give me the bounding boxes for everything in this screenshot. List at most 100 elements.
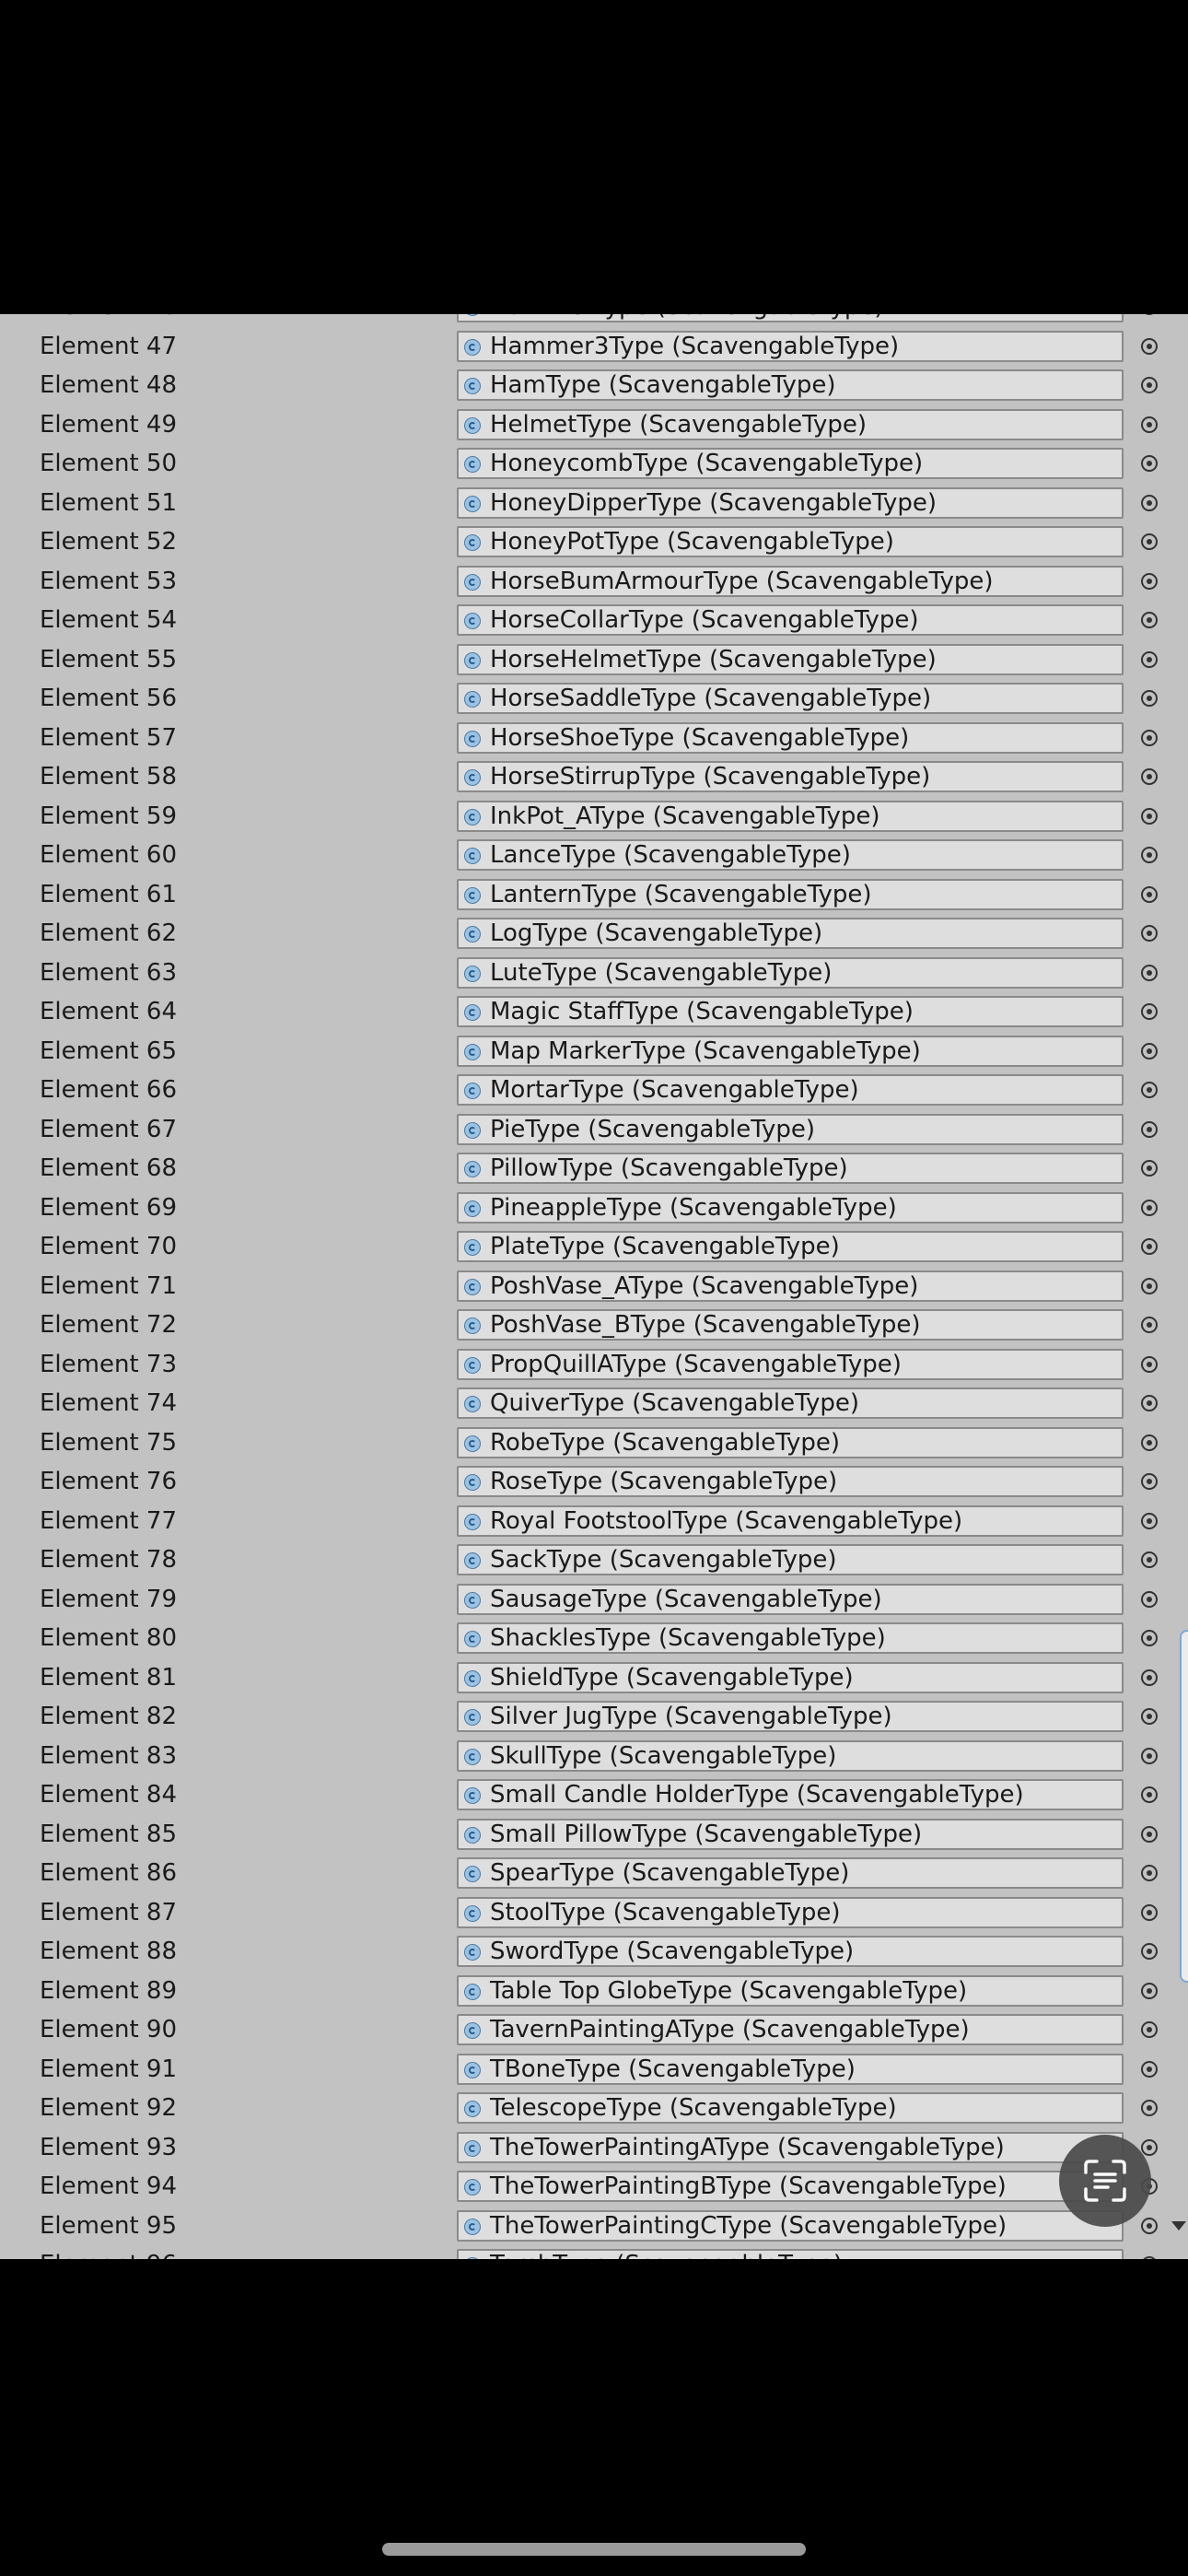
object-reference-field[interactable]: HammerType (ScavengableType) — [457, 314, 1124, 322]
object-picker-icon[interactable] — [1141, 612, 1158, 628]
object-reference-field[interactable]: PineappleType (ScavengableType) — [457, 1191, 1124, 1224]
object-picker-icon[interactable] — [1141, 847, 1158, 863]
object-reference-field[interactable]: HorseSaddleType (ScavengableType) — [457, 683, 1124, 714]
object-reference-field[interactable]: TheTowerPaintingAType (ScavengableType) — [457, 2131, 1124, 2163]
object-picker-icon[interactable] — [1141, 1395, 1158, 1411]
object-picker-icon[interactable] — [1141, 1825, 1158, 1843]
object-picker-icon[interactable] — [1141, 2021, 1158, 2038]
object-reference-field[interactable]: HoneycombType (ScavengableType) — [457, 448, 1124, 479]
object-reference-field[interactable]: TelescopeType (ScavengableType) — [457, 2092, 1124, 2124]
scroll-down-arrow-icon[interactable] — [1171, 2221, 1186, 2231]
object-reference-field[interactable]: Small PillowType (ScavengableType) — [457, 1818, 1124, 1850]
object-reference-field[interactable]: TorchType (ScavengableType) — [457, 2249, 1124, 2259]
object-picker-icon[interactable] — [1141, 1160, 1158, 1177]
home-indicator[interactable] — [382, 2543, 806, 2556]
object-picker-icon[interactable] — [1141, 1708, 1158, 1725]
object-reference-field[interactable]: Silver JugType (ScavengableType) — [457, 1701, 1124, 1732]
object-reference-field[interactable]: SausageType (ScavengableType) — [457, 1583, 1124, 1615]
object-picker-icon[interactable] — [1141, 1355, 1158, 1373]
object-picker-icon[interactable] — [1141, 2060, 1158, 2078]
object-picker-icon[interactable] — [1141, 885, 1158, 903]
object-picker-icon[interactable] — [1141, 1630, 1158, 1646]
object-picker-icon[interactable] — [1141, 768, 1158, 785]
object-reference-field[interactable]: PillowType (ScavengableType) — [457, 1153, 1124, 1184]
object-picker-icon[interactable] — [1141, 494, 1158, 511]
object-reference-field[interactable]: TBoneType (ScavengableType) — [457, 2053, 1124, 2085]
object-picker-icon[interactable] — [1141, 650, 1158, 668]
object-reference-field[interactable]: HorseCollarType (ScavengableType) — [457, 604, 1124, 636]
object-picker-icon[interactable] — [1141, 1277, 1158, 1294]
object-reference-field[interactable]: MortarType (ScavengableType) — [457, 1074, 1124, 1106]
object-reference-field[interactable]: PlateType (ScavengableType) — [457, 1231, 1124, 1262]
object-reference-field[interactable]: InkPot_AType (ScavengableType) — [457, 800, 1124, 832]
object-reference-field[interactable]: HorseShoeType (ScavengableType) — [457, 721, 1124, 754]
object-reference-field[interactable]: Small Candle HolderType (ScavengableType… — [457, 1779, 1124, 1810]
object-picker-icon[interactable] — [1141, 2138, 1158, 2156]
object-picker-icon[interactable] — [1141, 1238, 1158, 1255]
object-picker-icon[interactable] — [1141, 2256, 1158, 2259]
object-reference-field[interactable]: RoseType (ScavengableType) — [457, 1466, 1124, 1497]
object-picker-icon[interactable] — [1141, 1669, 1158, 1686]
object-picker-icon[interactable] — [1141, 690, 1158, 707]
object-reference-field[interactable]: QuiverType (ScavengableType) — [457, 1388, 1124, 1419]
scrollbar-thumb[interactable] — [1180, 1630, 1188, 1983]
object-reference-field[interactable]: HoneyDipperType (ScavengableType) — [457, 486, 1124, 519]
object-picker-icon[interactable] — [1141, 1199, 1158, 1216]
object-picker-icon[interactable] — [1141, 1473, 1158, 1490]
object-reference-field[interactable]: LanceType (ScavengableType) — [457, 839, 1124, 871]
object-picker-icon[interactable] — [1141, 1120, 1158, 1138]
object-reference-field[interactable]: TavernPaintingAType (ScavengableType) — [457, 2014, 1124, 2045]
object-picker-icon[interactable] — [1141, 455, 1158, 472]
object-reference-field[interactable]: LanternType (ScavengableType) — [457, 878, 1124, 910]
object-picker-icon[interactable] — [1141, 1943, 1158, 1960]
object-picker-icon[interactable] — [1141, 1082, 1158, 1098]
object-reference-field[interactable]: SkullType (ScavengableType) — [457, 1739, 1124, 1772]
scan-text-button[interactable] — [1059, 2135, 1151, 2227]
object-reference-field[interactable]: HamType (ScavengableType) — [457, 369, 1124, 401]
object-picker-icon[interactable] — [1141, 572, 1158, 590]
object-picker-icon[interactable] — [1141, 1590, 1158, 1608]
object-picker-icon[interactable] — [1141, 1903, 1158, 1921]
object-picker-icon[interactable] — [1141, 1747, 1158, 1764]
object-reference-field[interactable]: Hammer3Type (ScavengableType) — [457, 330, 1124, 362]
object-reference-field[interactable]: Magic StaffType (ScavengableType) — [457, 996, 1124, 1027]
object-picker-icon[interactable] — [1141, 314, 1158, 315]
object-picker-icon[interactable] — [1141, 1865, 1158, 1881]
object-picker-icon[interactable] — [1141, 1434, 1158, 1451]
object-reference-field[interactable]: StoolType (ScavengableType) — [457, 1896, 1124, 1928]
object-reference-field[interactable]: Table Top GlobeType (ScavengableType) — [457, 1974, 1124, 2007]
object-reference-field[interactable]: Royal FootstoolType (ScavengableType) — [457, 1505, 1124, 1537]
object-picker-icon[interactable] — [1141, 416, 1158, 433]
object-picker-icon[interactable] — [1141, 533, 1158, 550]
object-reference-field[interactable]: ShieldType (ScavengableType) — [457, 1661, 1124, 1693]
object-picker-icon[interactable] — [1141, 1512, 1158, 1529]
object-reference-field[interactable]: TheTowerPaintingCType (ScavengableType) — [457, 2209, 1124, 2242]
object-picker-icon[interactable] — [1141, 1786, 1158, 1803]
object-picker-icon[interactable] — [1141, 337, 1158, 355]
object-reference-field[interactable]: HorseHelmetType (ScavengableType) — [457, 643, 1124, 675]
object-reference-field[interactable]: Map MarkerType (ScavengableType) — [457, 1035, 1124, 1067]
object-picker-icon[interactable] — [1141, 1982, 1158, 1999]
object-reference-field[interactable]: PoshVase_AType (ScavengableType) — [457, 1270, 1124, 1302]
object-picker-icon[interactable] — [1141, 925, 1158, 942]
object-picker-icon[interactable] — [1141, 1042, 1158, 1060]
object-picker-icon[interactable] — [1141, 2100, 1158, 2116]
object-reference-field[interactable]: LuteType (ScavengableType) — [457, 956, 1124, 989]
object-picker-icon[interactable] — [1141, 1317, 1158, 1333]
object-picker-icon[interactable] — [1141, 1003, 1158, 1020]
object-reference-field[interactable]: TheTowerPaintingBType (ScavengableType) — [457, 2171, 1124, 2202]
object-picker-icon[interactable] — [1141, 964, 1158, 981]
object-reference-field[interactable]: SackType (ScavengableType) — [457, 1544, 1124, 1575]
object-reference-field[interactable]: SwordType (ScavengableType) — [457, 1936, 1124, 1967]
object-reference-field[interactable]: LogType (ScavengableType) — [457, 918, 1124, 949]
object-reference-field[interactable]: HoneyPotType (ScavengableType) — [457, 526, 1124, 557]
object-picker-icon[interactable] — [1141, 2217, 1158, 2234]
object-reference-field[interactable]: RobeType (ScavengableType) — [457, 1426, 1124, 1458]
object-reference-field[interactable]: HorseBumArmourType (ScavengableType) — [457, 565, 1124, 597]
object-reference-field[interactable]: HorseStirrupType (ScavengableType) — [457, 761, 1124, 792]
object-reference-field[interactable]: ShacklesType (ScavengableType) — [457, 1622, 1124, 1654]
object-reference-field[interactable]: PieType (ScavengableType) — [457, 1113, 1124, 1145]
object-reference-field[interactable]: SpearType (ScavengableType) — [457, 1857, 1124, 1889]
object-picker-icon[interactable] — [1141, 1551, 1158, 1568]
object-picker-icon[interactable] — [1141, 377, 1158, 393]
